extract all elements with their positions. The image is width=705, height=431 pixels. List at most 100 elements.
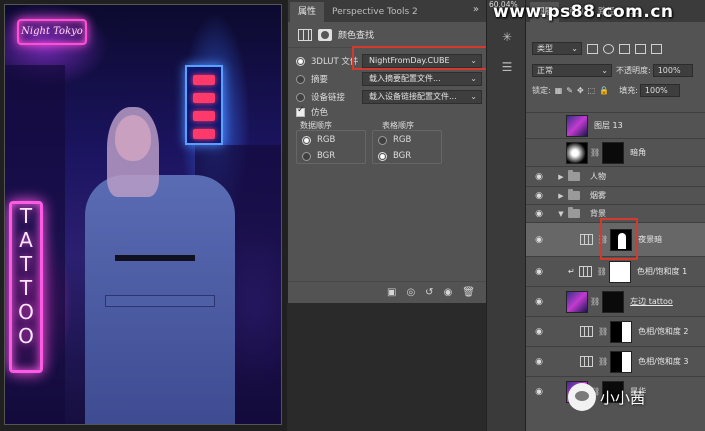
tattoo-letter: T: [19, 204, 33, 228]
visibility-eye-icon[interactable]: ◉: [532, 327, 546, 337]
lock-all-icon[interactable]: 🔒: [599, 86, 609, 95]
table-order-rgb-radio[interactable]: [378, 135, 387, 145]
lut-row: 3DLUT 文件: [296, 53, 358, 69]
tab-properties[interactable]: 属性: [290, 2, 325, 22]
layer-group[interactable]: ◉ ▶ 烟雾: [526, 186, 705, 204]
image-filter-icon[interactable]: [587, 43, 598, 54]
abstract-radio[interactable]: [296, 74, 305, 84]
table-order-bgr-row: BGR: [378, 148, 411, 164]
tattoo-letter: O: [18, 300, 34, 324]
opacity-input[interactable]: 100%: [652, 64, 693, 77]
lock-pixels-icon[interactable]: ▦: [555, 86, 563, 95]
layer-item[interactable]: ● ⛓ 暗角: [526, 138, 705, 166]
adjustment-layer-icon: [580, 356, 593, 367]
person-figure: [85, 105, 235, 424]
visibility-eye-icon[interactable]: ◉: [532, 209, 546, 219]
tattoo-letter: A: [19, 228, 33, 252]
eye-icon[interactable]: ◉: [444, 287, 453, 298]
layer-name: 色相/饱和度 3: [638, 357, 689, 366]
smart-object-filter-icon[interactable]: [651, 43, 662, 54]
expand-arrow-icon[interactable]: ▶: [556, 192, 566, 200]
lock-label: 锁定:: [532, 86, 551, 95]
layer-mask-thumbnail: [602, 141, 625, 164]
abstract-row: 摘要: [296, 71, 328, 87]
visibility-eye-icon[interactable]: ◉: [532, 172, 546, 182]
neon-street-photo: Night Tokyo T A T T O O: [4, 4, 282, 425]
chain-link-icon[interactable]: ⛓: [590, 297, 600, 306]
data-order-rgb-radio[interactable]: [302, 135, 311, 145]
layer-item[interactable]: ● 图层 13: [526, 112, 705, 138]
layer-mask-thumbnail: [610, 320, 633, 343]
folder-icon: [568, 189, 580, 200]
layer-item[interactable]: ◉ ⛓ 色相/饱和度 2: [526, 316, 705, 346]
lock-artboard-icon[interactable]: ⬚: [588, 86, 596, 95]
layer-name: 夜景暗: [638, 235, 663, 244]
shape-filter-icon[interactable]: [635, 43, 646, 54]
chain-link-icon[interactable]: ⛓: [598, 357, 608, 366]
visibility-eye-icon[interactable]: ◉: [532, 357, 546, 367]
abstract-select[interactable]: 载入摘要配置文件... ⌄: [362, 72, 482, 86]
layer-name: 人物: [590, 172, 606, 181]
document-canvas[interactable]: Night Tokyo T A T T O O: [0, 0, 287, 431]
blend-mode-select[interactable]: 正常 ⌄: [532, 64, 612, 77]
brush-preset-icon[interactable]: ✳: [499, 30, 515, 46]
history-icon[interactable]: ☰: [499, 60, 515, 76]
chevron-down-icon: ⌄: [470, 74, 477, 83]
expand-arrow-icon[interactable]: ▶: [556, 173, 566, 181]
data-order-rgb-label: RGB: [317, 135, 336, 145]
tattoo-letter: O: [18, 324, 34, 348]
table-order-rgb-label: RGB: [393, 135, 412, 145]
layer-group[interactable]: ◉ ▶ 人物: [526, 166, 705, 186]
layer-name: 暗角: [630, 148, 647, 157]
lock-position-icon[interactable]: ✥: [577, 86, 584, 95]
layer-mask-thumbnail: [610, 350, 633, 373]
clip-to-layer-icon[interactable]: ▣: [387, 287, 396, 298]
data-order-bgr-radio[interactable]: [302, 151, 311, 161]
visibility-eye-icon[interactable]: ◉: [532, 267, 546, 277]
mask-icon[interactable]: [318, 28, 332, 41]
chevron-down-icon: ⌄: [601, 66, 608, 75]
device-link-value: 载入设备链接配置文件...: [369, 92, 457, 101]
layer-mask-thumbnail: [608, 260, 631, 283]
trash-icon[interactable]: 🗑: [462, 287, 475, 298]
lock-brush-icon[interactable]: ✎: [566, 86, 573, 95]
data-order-bgr-label: BGR: [317, 151, 336, 161]
adjustment-layer-icon[interactable]: [298, 28, 312, 41]
visibility-eye-icon[interactable]: ◉: [532, 191, 546, 201]
fill-input[interactable]: 100%: [639, 84, 680, 97]
layer-item[interactable]: ◉ ⛓ 左边 tattoo: [526, 286, 705, 316]
layer-item[interactable]: ◉ ↵ ⛓ 色相/饱和度 1: [526, 256, 705, 286]
empty-dock-area: [287, 303, 486, 431]
reset-icon[interactable]: ↺: [425, 287, 433, 298]
adjustment-layer-icon: [580, 234, 593, 245]
collapse-arrow-icon[interactable]: ▼: [556, 210, 566, 218]
tattoo-letter: T: [19, 276, 33, 300]
visibility-eye-icon[interactable]: ●: [532, 121, 546, 131]
view-previous-icon[interactable]: ◎: [406, 287, 415, 298]
device-link-radio[interactable]: [296, 92, 305, 102]
dither-checkbox[interactable]: [296, 105, 305, 117]
chain-link-icon[interactable]: ⛓: [597, 267, 607, 276]
table-order-bgr-radio[interactable]: [378, 151, 387, 161]
visibility-eye-icon[interactable]: ◉: [532, 387, 546, 397]
panel-collapse-icon[interactable]: »: [473, 4, 480, 15]
adjustment-filter-icon[interactable]: [603, 43, 614, 54]
type-filter-icon[interactable]: [619, 43, 630, 54]
device-link-row: 设备链接: [296, 89, 345, 105]
chain-link-icon[interactable]: ⛓: [590, 148, 600, 157]
visibility-eye-icon[interactable]: ◉: [532, 297, 546, 307]
folder-icon: [568, 170, 580, 181]
chain-link-icon[interactable]: ⛓: [598, 327, 608, 336]
layers-panel: 图层 通道 路径 3D 类型 ⌄ 正常 ⌄ 不透明度: 100% 锁定: ▦ ✎…: [526, 0, 705, 431]
tab-perspective-tools[interactable]: Perspective Tools 2: [324, 2, 426, 22]
visibility-eye-icon[interactable]: ●: [532, 148, 546, 158]
layer-item[interactable]: ◉ ⛓ 色相/饱和度 3: [526, 346, 705, 376]
visibility-eye-icon[interactable]: ◉: [532, 235, 546, 245]
layer-name: 色相/饱和度 1: [636, 267, 688, 276]
watermark-url: www.ps88.com.cn: [493, 2, 674, 22]
opacity-label: 不透明度:: [616, 66, 651, 75]
lut-radio[interactable]: [296, 56, 305, 66]
kind-filter-select[interactable]: 类型 ⌄: [532, 42, 582, 55]
device-link-select[interactable]: 载入设备链接配置文件... ⌄: [362, 90, 482, 104]
table-order-bgr-label: BGR: [393, 151, 412, 161]
